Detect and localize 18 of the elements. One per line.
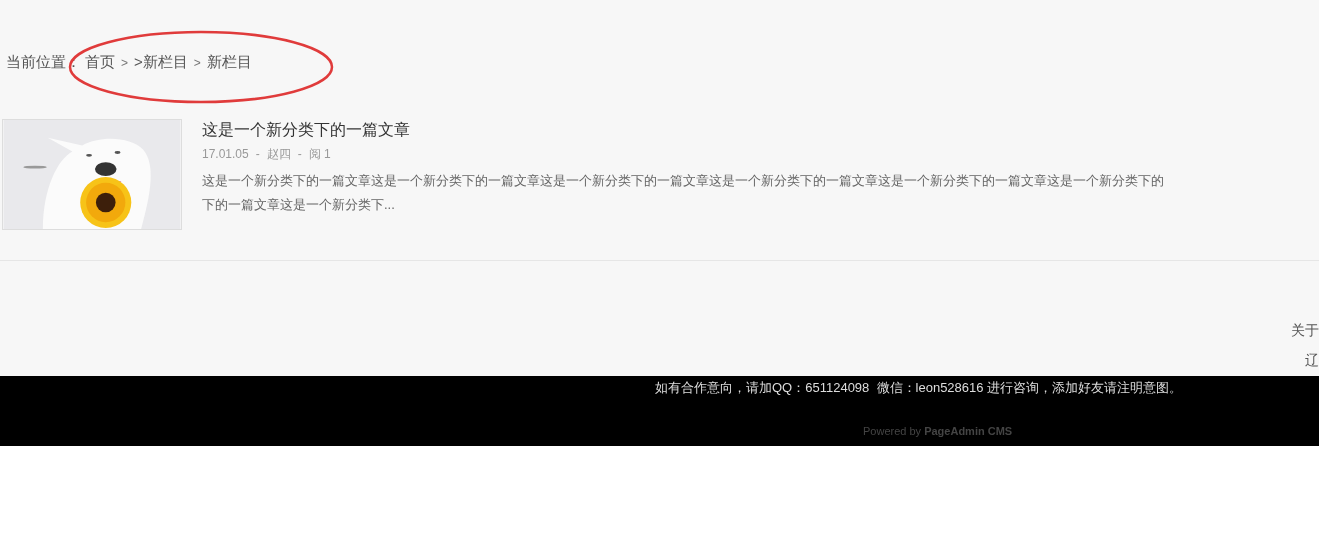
breadcrumb-link[interactable]: >新栏目 bbox=[134, 51, 188, 74]
breadcrumb-separator: > bbox=[193, 54, 201, 72]
meta-separator: - bbox=[255, 146, 260, 163]
powered-by-text: Powered by PageAdmin CMS bbox=[863, 424, 1014, 439]
breadcrumb-separator: > bbox=[121, 54, 128, 72]
breadcrumb-link[interactable]: 新栏目 bbox=[206, 51, 252, 74]
article-title[interactable]: 这是一个新分类下的一篇文章 bbox=[202, 119, 1164, 141]
footer-link[interactable]: 辽 bbox=[1305, 345, 1319, 375]
breadcrumb-label: 当前位置： bbox=[6, 52, 81, 73]
breadcrumb-link[interactable]: 首页 bbox=[85, 51, 115, 74]
article-date: 17.01.05 bbox=[202, 146, 249, 163]
article-summary-line: 下的一篇文章这是一个新分类下... bbox=[202, 196, 396, 214]
article-author: 赵四 bbox=[266, 146, 291, 163]
meta-separator: - bbox=[297, 146, 302, 163]
article-views: 阅 1 bbox=[308, 146, 331, 163]
article-summary-line: 这是一个新分类下的一篇文章这是一个新分类下的一篇文章这是一个新分类下的一篇文章这是一个新分类下的一篇文章这是一个新分类下的一篇文章这是一个新分类下的 bbox=[202, 172, 1164, 190]
footer-link[interactable]: 关于 bbox=[1291, 315, 1319, 345]
footer-contact: 如有合作意向，请加QQ：651124098 微信：leon528616 进行咨询，添加好友请注明意图。 bbox=[655, 379, 1184, 397]
